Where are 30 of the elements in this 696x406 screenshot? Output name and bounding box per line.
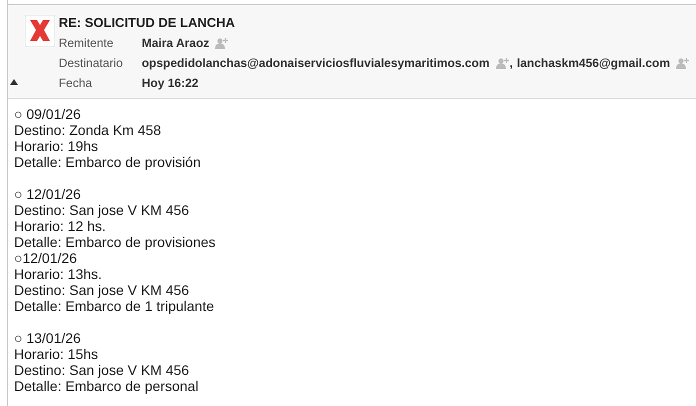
- body-text-line: Destino: Zonda Km 458: [14, 122, 162, 138]
- header-label: Fecha: [58, 76, 94, 90]
- date-value: Hoy 16:22: [142, 76, 198, 90]
- body-text-line: Detalle: Embarco de provisión: [14, 154, 202, 170]
- collapse-toggle-icon[interactable]: [10, 79, 18, 85]
- contact-name[interactable]: opspedidolanchas@adonaiserviciosfluvialesymaritimos.com: [142, 56, 490, 70]
- contact-name[interactable]: lanchaskm456@gmail.com: [516, 56, 670, 70]
- body-text-line: Horario: 19hs: [14, 138, 100, 154]
- body-text-line: ○ 13/01/26: [14, 330, 82, 346]
- separator-text: ,: [510, 56, 513, 70]
- body-text-line: Detalle: Embarco de 1 tripulante: [14, 298, 215, 314]
- body-text-line: ○ 09/01/26: [14, 106, 82, 122]
- body-text-line: ○12/01/26: [14, 250, 78, 266]
- body-text-line: Horario: 13hs.: [14, 266, 103, 282]
- body-text-line: ○ 12/01/26: [14, 186, 82, 202]
- body-text-line: Horario: 12 hs.: [14, 218, 107, 234]
- body-text-line: Horario: 15hs: [14, 346, 100, 362]
- add-contact-icon[interactable]: [676, 58, 690, 68]
- body-text-line: Destino: San jose V KM 456: [14, 282, 190, 298]
- message-subject: RE: SOLICITUD DE LANCHA: [58, 14, 236, 32]
- header-label: Remitente: [58, 36, 114, 50]
- body-text-line: Detalle: Embarco de personal: [14, 378, 200, 394]
- header-label: Destinatario: [58, 56, 124, 70]
- body-text-line: Destino: San jose V KM 456: [14, 362, 190, 378]
- body-text-line: Destino: San jose V KM 456: [14, 202, 190, 218]
- contact-name[interactable]: Maira Araoz: [142, 36, 210, 50]
- add-contact-icon[interactable]: [215, 38, 230, 48]
- body-text-line: Detalle: Embarco de provisiones: [14, 234, 217, 250]
- x-logo-icon: [24, 15, 55, 47]
- add-contact-icon[interactable]: [496, 58, 510, 68]
